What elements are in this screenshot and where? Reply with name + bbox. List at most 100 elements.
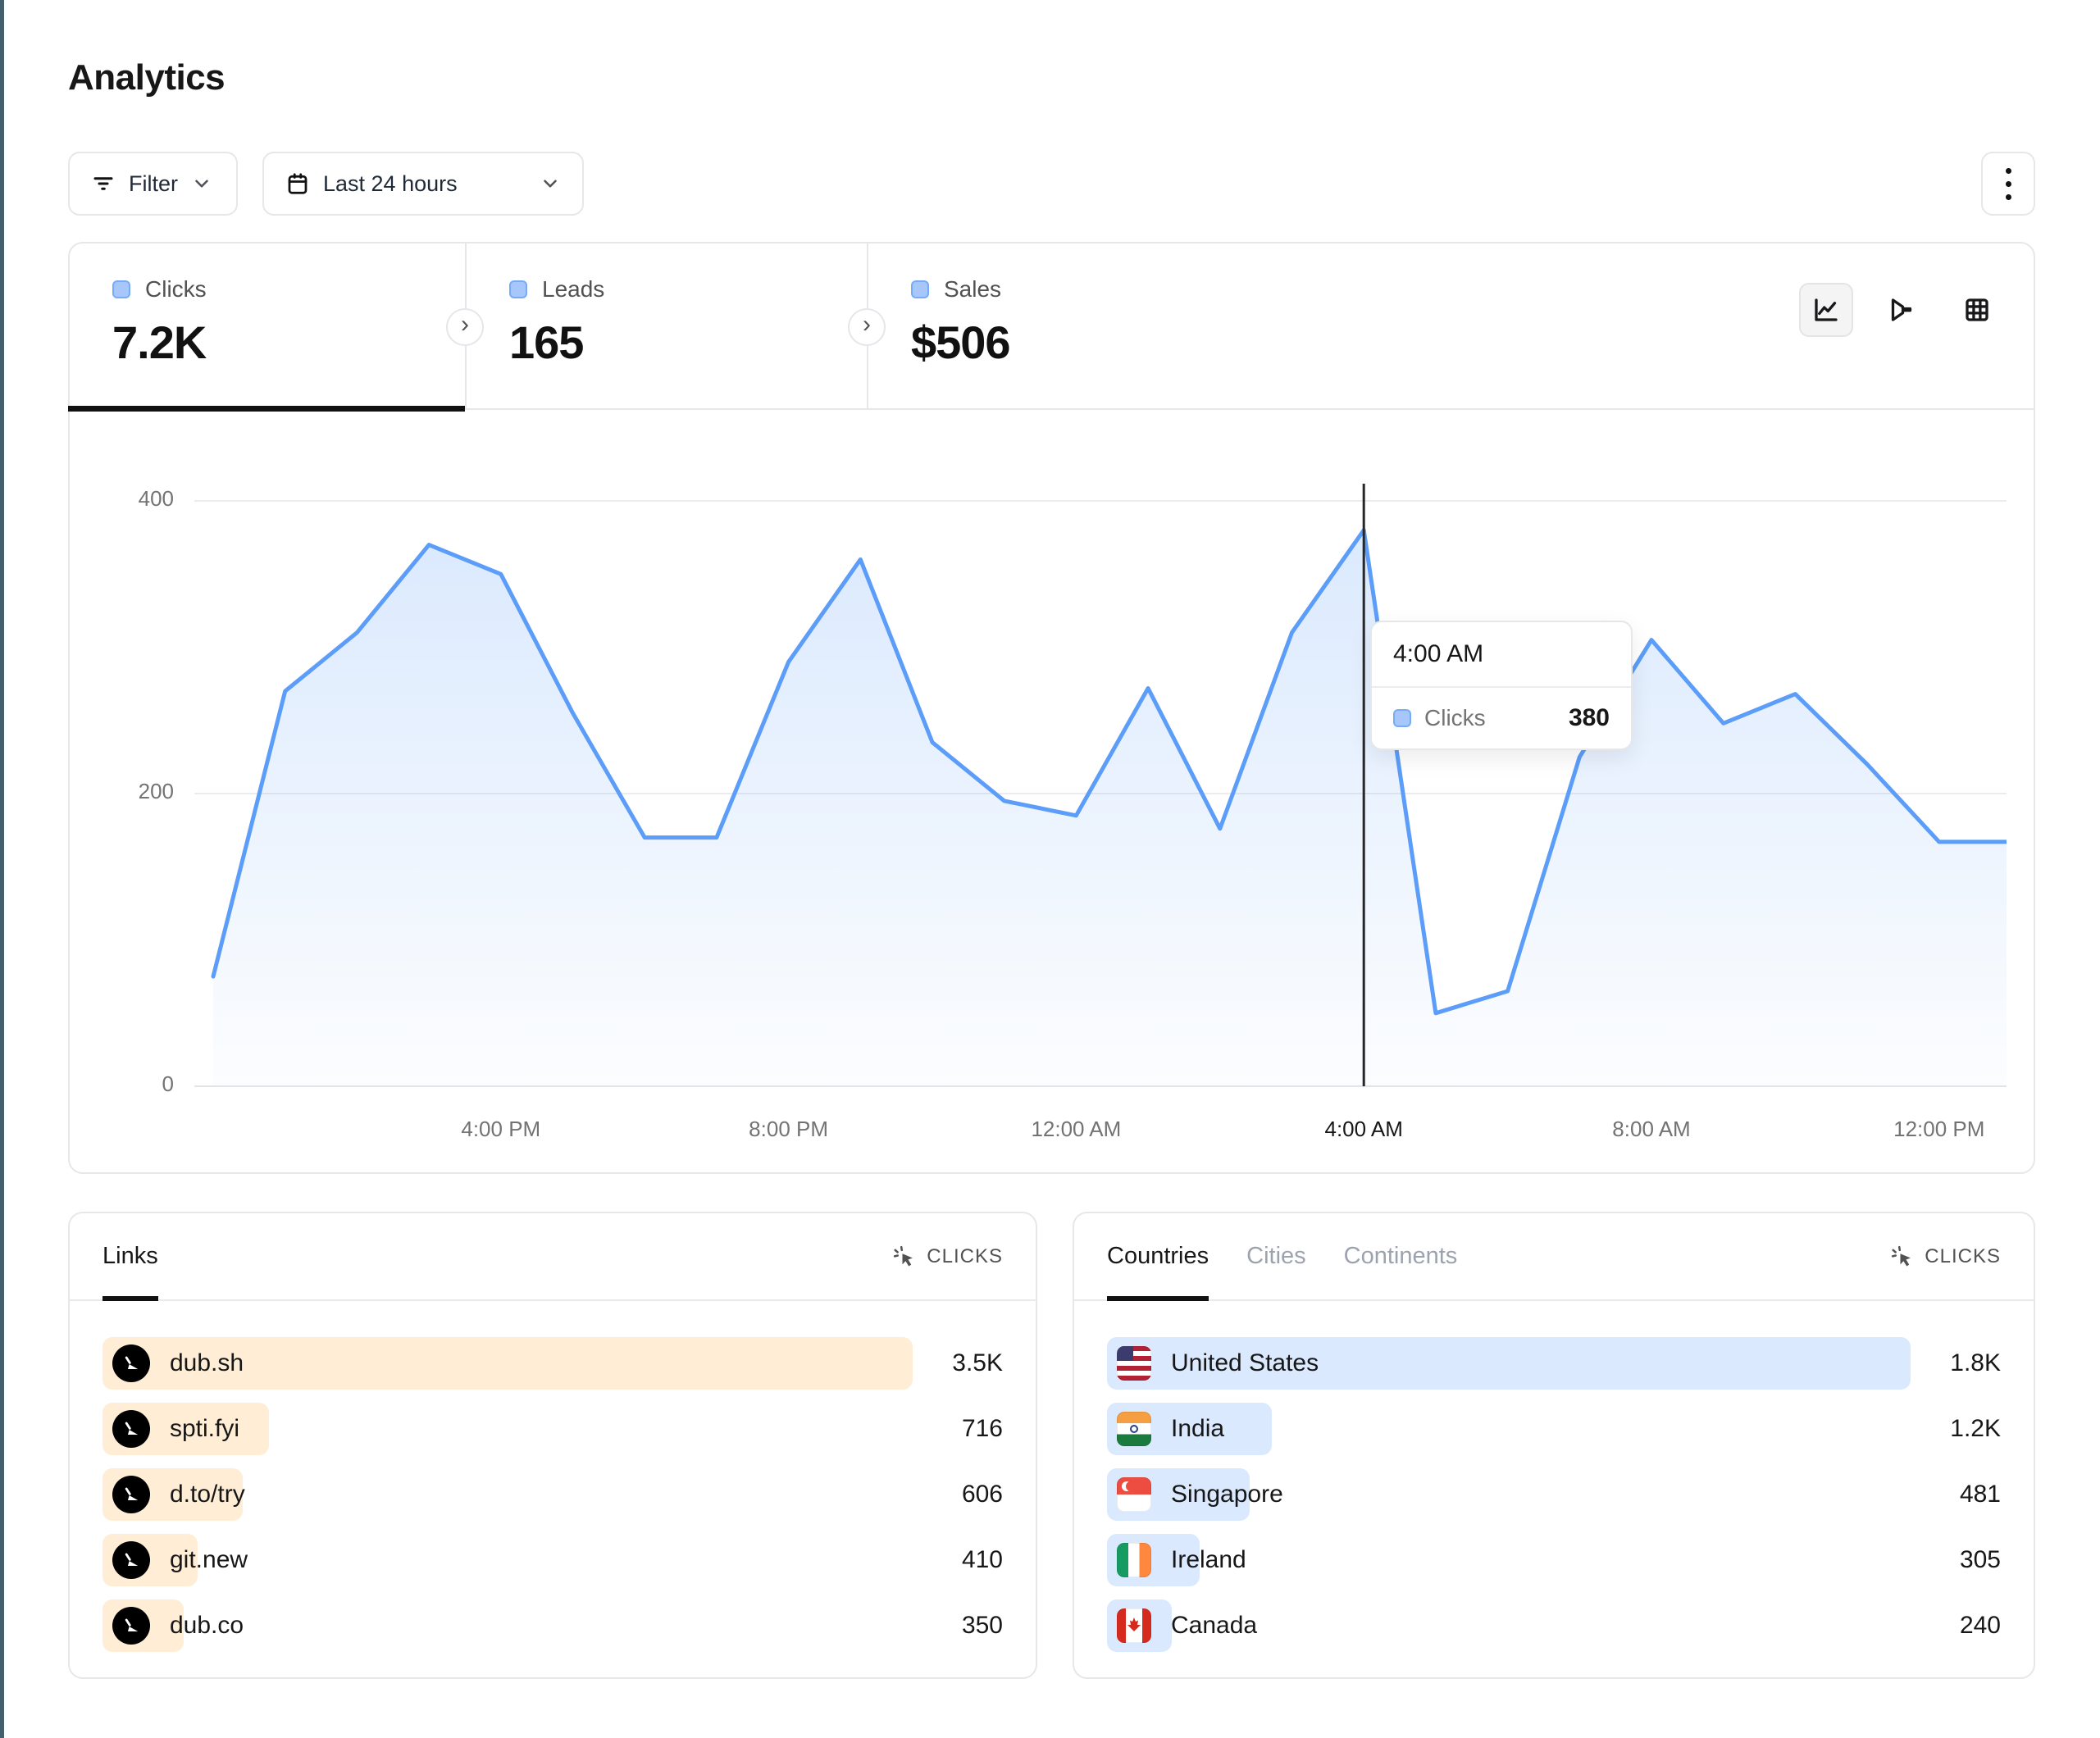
date-range-button[interactable]: Last 24 hours [262,152,584,216]
item-value: 350 [913,1612,1003,1640]
filter-button[interactable]: Filter [68,152,238,216]
stat-value: 165 [509,316,867,369]
countries-panel: Countries Cities Continents CLICKS United … [1073,1212,2035,1679]
flag-icon-ie [1117,1543,1151,1577]
stat-label: Sales [944,276,1001,303]
dub-link-icon [112,1607,150,1645]
funnel-chart-view-button[interactable] [1875,283,1929,337]
more-options-button[interactable] [1981,152,2035,216]
kebab-menu-icon [2006,168,2011,200]
item-value: 1.8K [1911,1349,2001,1377]
item-label: Ireland [1171,1546,1246,1574]
table-view-button[interactable] [1950,283,2004,337]
window-edge-accent [0,0,4,1738]
stat-value: $506 [911,316,1269,369]
chart-tooltip: 4:00 AM Clicks 380 [1370,621,1633,750]
dub-link-icon [112,1410,150,1448]
stat-expand-chevron[interactable]: › [446,308,484,346]
links-list: dub.sh3.5K spti.fyi 716 d.to/try606 git.new4… [102,1337,1003,1652]
item-label: spti.fyi [170,1415,239,1443]
chart-canvas [194,461,2007,1088]
line-chart-icon [1811,295,1841,325]
x-axis-tick: 12:00 PM [1874,1117,2005,1142]
cursor-click-icon [892,1244,917,1269]
list-item[interactable]: spti.fyi 716 [102,1403,1003,1455]
list-item[interactable]: United States1.8K [1107,1337,2001,1390]
tab-cities[interactable]: Cities [1246,1213,1306,1299]
countries-list: United States1.8K India 1.2K Singapore481 Ir… [1107,1337,2001,1652]
sales-legend-chip [911,280,929,298]
item-label: dub.co [170,1612,244,1640]
stat-label: Clicks [145,276,207,303]
stat-tab-clicks[interactable]: Clicks 7.2K [70,243,465,408]
list-item[interactable]: Canada 240 [1107,1599,2001,1652]
tab-links[interactable]: Links [102,1213,158,1299]
links-metric-label: CLICKS [927,1245,1003,1268]
analytics-chart-card: Clicks 7.2K Leads 165 Sales $506 › › [68,242,2035,1174]
list-item[interactable]: Singapore481 [1107,1468,2001,1521]
item-value: 305 [1911,1546,2001,1574]
item-label: India [1171,1415,1224,1443]
chart-area-fill [213,530,2007,1086]
chevron-down-icon [191,173,212,194]
stat-value: 7.2K [112,316,465,369]
cursor-click-icon [1890,1244,1915,1269]
stat-tab-leads[interactable]: Leads 165 [465,243,867,408]
x-axis-tick: 8:00 AM [1586,1117,1717,1142]
dub-link-icon [112,1344,150,1382]
item-value: 1.2K [1911,1415,2001,1443]
line-chart-view-button[interactable] [1799,283,1853,337]
item-value: 3.5K [913,1349,1003,1377]
item-value: 481 [1911,1481,2001,1508]
tab-continents[interactable]: Continents [1344,1213,1458,1299]
item-label: d.to/try [170,1481,245,1508]
list-item[interactable]: dub.sh3.5K [102,1337,1003,1390]
tooltip-series-label: Clicks [1424,705,1486,731]
x-axis-tick: 8:00 PM [723,1117,854,1142]
chevron-down-icon [540,173,561,194]
flag-icon-in [1117,1412,1151,1446]
links-panel: Links CLICKS dub.sh3.5K spti.fyi 716 d.to/t… [68,1212,1037,1679]
list-item[interactable]: Ireland 305 [1107,1534,2001,1586]
item-value: 716 [913,1415,1003,1443]
clicks-area-chart[interactable] [194,461,2007,1088]
flag-icon-ca [1117,1608,1151,1643]
flag-icon-us [1117,1346,1151,1381]
flag-icon-sg [1117,1477,1151,1512]
clicks-legend-chip [112,280,130,298]
item-value: 240 [1911,1612,2001,1640]
item-label: Canada [1171,1612,1257,1640]
list-item[interactable]: dub.co 350 [102,1599,1003,1652]
dub-link-icon [112,1476,150,1513]
stat-tab-sales[interactable]: Sales $506 [867,243,1269,408]
y-axis-tick-200: 200 [108,779,174,804]
links-metric-selector[interactable]: CLICKS [892,1244,1003,1269]
countries-metric-selector[interactable]: CLICKS [1890,1244,2001,1269]
leads-legend-chip [509,280,527,298]
tooltip-value: 380 [1569,704,1610,732]
date-range-label: Last 24 hours [323,171,458,197]
filter-icon [91,171,116,196]
stat-expand-chevron[interactable]: › [848,308,886,346]
table-grid-icon [1962,295,1992,325]
funnel-chart-icon [1887,295,1916,325]
x-axis-tick: 12:00 AM [1010,1117,1141,1142]
page-title: Analytics [68,57,225,98]
list-item[interactable]: India 1.2K [1107,1403,2001,1455]
x-axis-tick: 4:00 AM [1298,1117,1429,1142]
list-item[interactable]: git.new410 [102,1534,1003,1586]
y-axis-tick-400: 400 [108,486,174,512]
countries-panel-header: Countries Cities Continents CLICKS [1074,1213,2034,1301]
y-axis-tick-0: 0 [108,1071,174,1097]
countries-metric-label: CLICKS [1925,1245,2001,1268]
filter-button-label: Filter [129,171,178,197]
active-stat-underline [68,406,465,412]
tooltip-series-chip [1393,709,1411,727]
item-value: 410 [913,1546,1003,1574]
links-panel-header: Links CLICKS [70,1213,1036,1301]
dub-link-icon [112,1541,150,1579]
stat-label: Leads [542,276,604,303]
tooltip-time: 4:00 AM [1372,622,1631,688]
tab-countries[interactable]: Countries [1107,1213,1209,1299]
list-item[interactable]: d.to/try606 [102,1468,1003,1521]
